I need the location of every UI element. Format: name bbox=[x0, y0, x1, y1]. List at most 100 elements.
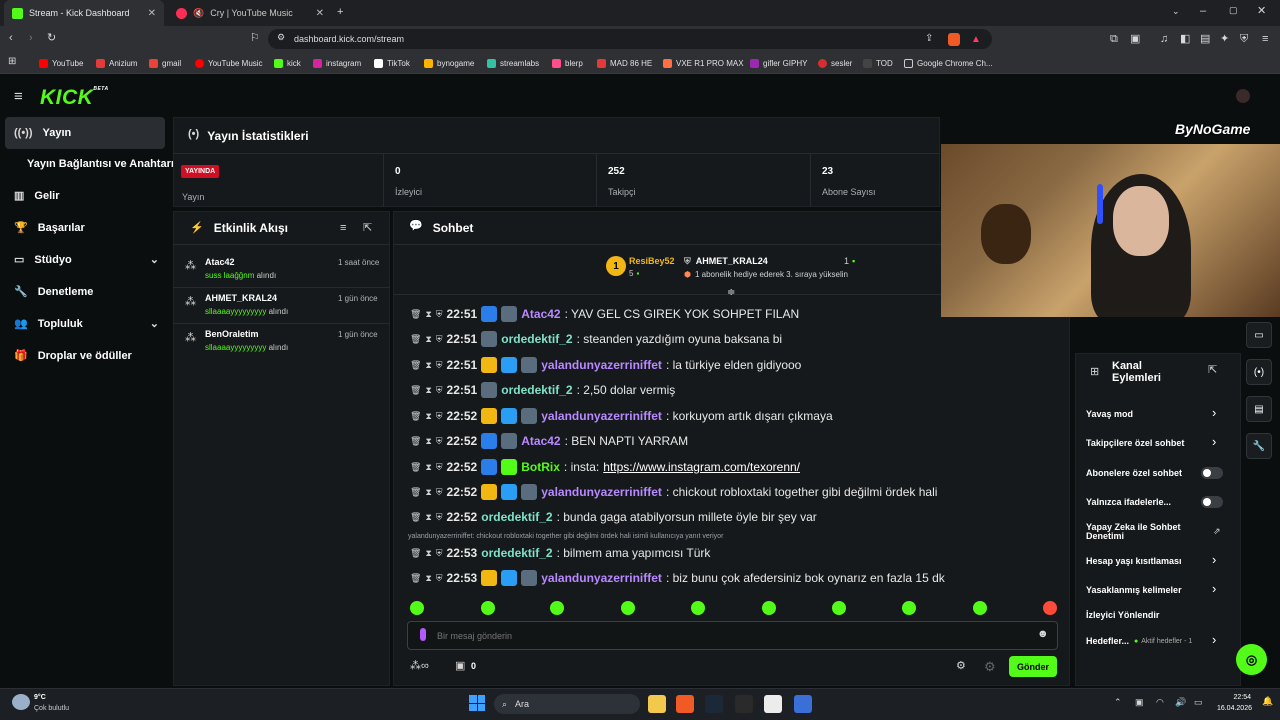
delete-message-icon[interactable]: 🗑 bbox=[410, 436, 421, 447]
leader-user[interactable]: ResiBey52 bbox=[629, 256, 675, 266]
apps-grid-icon[interactable]: ⊞ bbox=[8, 57, 16, 67]
weather-temp[interactable]: 9°C bbox=[34, 694, 46, 701]
tray-app-icon[interactable]: ▣ bbox=[1135, 698, 1144, 707]
weather-desc[interactable]: Çok bulutlu bbox=[34, 705, 69, 712]
sidebar-item-topluluk[interactable]: 👥 Topluluk ⌄ bbox=[14, 314, 159, 334]
sidebar-item-droplar[interactable]: 🎁 Droplar ve ödüller bbox=[14, 346, 132, 366]
timeout-icon[interactable]: ⧗ bbox=[425, 548, 431, 559]
gift-shop-icon[interactable]: ▣ bbox=[455, 661, 465, 672]
message-username[interactable]: yalandunyazerriniffet bbox=[541, 409, 662, 423]
windows-start-icon[interactable] bbox=[469, 695, 485, 711]
bookmark-gmail[interactable]: gmail bbox=[149, 56, 181, 70]
action-emotes-only[interactable]: Yalnızca ifadelerle... bbox=[1086, 494, 1171, 510]
timeout-icon[interactable]: ⧗ bbox=[425, 385, 431, 396]
broadcast-toggle-button[interactable]: (•) bbox=[1246, 359, 1272, 385]
chat-message[interactable]: 🗑 ⧗ ⛨ 22:51 ordedektif_2: steanden yazdığım … bbox=[410, 330, 782, 348]
timeout-icon[interactable]: ⧗ bbox=[425, 334, 431, 345]
sidebar-item-gelir[interactable]: ▥ Gelir bbox=[14, 186, 59, 206]
wallet-icon[interactable]: ▤ bbox=[1200, 34, 1210, 45]
bookmark-kick[interactable]: kick bbox=[274, 56, 301, 70]
chat-message[interactable]: 🗑 ⧗ ⛨ 22:52 yalandunyazerriniffet: korkuyom … bbox=[410, 407, 833, 425]
ban-icon[interactable]: ⛨ bbox=[436, 334, 443, 345]
message-username[interactable]: Atac42 bbox=[521, 434, 560, 448]
bookmark-tod[interactable]: TOD bbox=[863, 56, 893, 70]
bookmark-folder-chrome[interactable]: Google Chrome Ch... bbox=[904, 56, 993, 70]
delete-message-icon[interactable]: 🗑 bbox=[410, 512, 421, 523]
emotes-only-toggle[interactable] bbox=[1201, 496, 1223, 508]
ban-icon[interactable]: ⛨ bbox=[436, 487, 443, 498]
action-account-age[interactable]: Hesap yaşı kısıtlaması bbox=[1086, 553, 1182, 569]
send-button[interactable]: Gönder bbox=[1009, 656, 1057, 677]
brave-browser-icon[interactable] bbox=[676, 695, 694, 713]
ban-icon[interactable]: ⛨ bbox=[436, 360, 443, 371]
bookmark-youtube[interactable]: YouTube bbox=[39, 56, 83, 70]
chat-message[interactable]: 🗑 ⧗ ⛨ 22:51 ordedektif_2: 2,50 dolar vermiş bbox=[410, 381, 675, 399]
notification-bell-icon[interactable]: 🔔 bbox=[1262, 697, 1273, 706]
vpn-icon[interactable]: ⛨ bbox=[1240, 34, 1248, 45]
ban-icon[interactable]: ⛨ bbox=[436, 436, 443, 447]
chat-message[interactable]: 🗑 ⧗ ⛨ 22:53 ordedektif_2: bilmem ama yapımcı… bbox=[410, 544, 710, 562]
epic-games-icon[interactable] bbox=[735, 695, 753, 713]
bookmark-sesler[interactable]: sesler bbox=[818, 56, 852, 70]
chevron-right-icon[interactable]: › bbox=[1212, 434, 1216, 449]
emote-icon[interactable] bbox=[621, 601, 635, 615]
bookmark-streamlabs[interactable]: streamlabs bbox=[487, 56, 539, 70]
menu-icon[interactable]: ≡ bbox=[1262, 34, 1268, 45]
media-icon[interactable]: ♫ bbox=[1160, 34, 1168, 45]
chat-message[interactable]: 🗑 ⧗ ⛨ 22:52 BotRix: insta: https://www.insta… bbox=[410, 458, 800, 476]
action-subscribers-only[interactable]: Abonelere özel sohbet bbox=[1086, 465, 1182, 481]
action-ai-moderation[interactable]: Yapay Zeka ile Sohbet Denetimi bbox=[1086, 521, 1196, 543]
emote-icon[interactable] bbox=[691, 601, 705, 615]
ban-icon[interactable]: ⛨ bbox=[436, 385, 443, 396]
wifi-icon[interactable]: ◠ bbox=[1156, 698, 1164, 707]
ban-icon[interactable]: ⛨ bbox=[436, 411, 443, 422]
close-window-icon[interactable]: ✕ bbox=[1257, 6, 1266, 17]
delete-message-icon[interactable]: 🗑 bbox=[410, 360, 421, 371]
emote-icon[interactable] bbox=[481, 601, 495, 615]
message-username[interactable]: ordedektif_2 bbox=[481, 510, 552, 524]
tab-kick-dashboard[interactable]: Stream - Kick Dashboard ✕ bbox=[4, 0, 164, 26]
popout-icon[interactable]: ⇱ bbox=[363, 223, 372, 234]
taskbar-search[interactable]: ⌕ Ara bbox=[494, 694, 640, 714]
delete-message-icon[interactable]: 🗑 bbox=[410, 411, 421, 422]
reply-context[interactable]: yalandunyazerriniffet: chickout robloxta… bbox=[408, 533, 723, 540]
bookmark-anizium[interactable]: Anizium bbox=[96, 56, 137, 70]
collapse-pinned-icon[interactable]: ≑ bbox=[727, 288, 735, 298]
ban-icon[interactable]: ⛨ bbox=[436, 309, 443, 320]
disabled-gear-icon[interactable]: ⚙ bbox=[984, 660, 996, 673]
screenshot-icon[interactable]: ▣ bbox=[1130, 34, 1140, 45]
tab-youtube-music[interactable]: 🔇 Cry | YouTube Music ✕ bbox=[168, 0, 332, 26]
bookmark-icon[interactable]: ⚐ bbox=[250, 33, 260, 44]
delete-message-icon[interactable]: 🗑 bbox=[410, 385, 421, 396]
message-username[interactable]: yalandunyazerriniffet bbox=[541, 485, 662, 499]
timeout-icon[interactable]: ⧗ bbox=[425, 436, 431, 447]
message-username[interactable]: ordedektif_2 bbox=[501, 332, 572, 346]
filter-icon[interactable]: ≡ bbox=[340, 223, 346, 234]
timeout-icon[interactable]: ⧗ bbox=[425, 411, 431, 422]
message-link[interactable]: https://www.instagram.com/texorenn/ bbox=[603, 460, 800, 474]
bookmark-blerp[interactable]: blerp bbox=[552, 56, 583, 70]
clock-date[interactable]: 16.04.2026 bbox=[1212, 705, 1252, 712]
emote-icon[interactable] bbox=[762, 601, 776, 615]
tab-search-chevron-icon[interactable]: ⌄ bbox=[1172, 7, 1180, 16]
delete-message-icon[interactable]: 🗑 bbox=[410, 487, 421, 498]
tray-expand-icon[interactable]: ⌃ bbox=[1114, 698, 1122, 707]
timeout-icon[interactable]: ⧗ bbox=[425, 360, 431, 371]
emoji-icon[interactable]: ☻ bbox=[1037, 629, 1049, 640]
chat-message[interactable]: 🗑 ⧗ ⛨ 22:51 Atac42: YAV GEL CS GIREK YOK SOH… bbox=[410, 305, 799, 323]
message-username[interactable]: Atac42 bbox=[521, 307, 560, 321]
leo-icon[interactable]: ✦ bbox=[1220, 34, 1229, 45]
message-username[interactable]: yalandunyazerriniffet bbox=[541, 571, 662, 585]
brave-shields-icon[interactable] bbox=[948, 33, 960, 46]
action-slow-mode[interactable]: Yavaş mod bbox=[1086, 406, 1133, 422]
ban-icon[interactable]: ⛨ bbox=[436, 462, 443, 473]
bookmark-bynogame[interactable]: bynogame bbox=[424, 56, 474, 70]
message-username[interactable]: yalandunyazerriniffet bbox=[541, 358, 662, 372]
support-button[interactable]: ◎ bbox=[1236, 644, 1267, 675]
kick-logo[interactable]: KICKBETA bbox=[40, 86, 109, 110]
delete-message-icon[interactable]: 🗑 bbox=[410, 548, 421, 559]
emote-icon[interactable] bbox=[410, 601, 424, 615]
message-username[interactable]: BotRix bbox=[521, 460, 560, 474]
ban-icon[interactable]: ⛨ bbox=[436, 573, 443, 584]
sidebar-item-stream-key[interactable]: Yayın Bağlantısı ve Anahtarı bbox=[27, 154, 174, 174]
